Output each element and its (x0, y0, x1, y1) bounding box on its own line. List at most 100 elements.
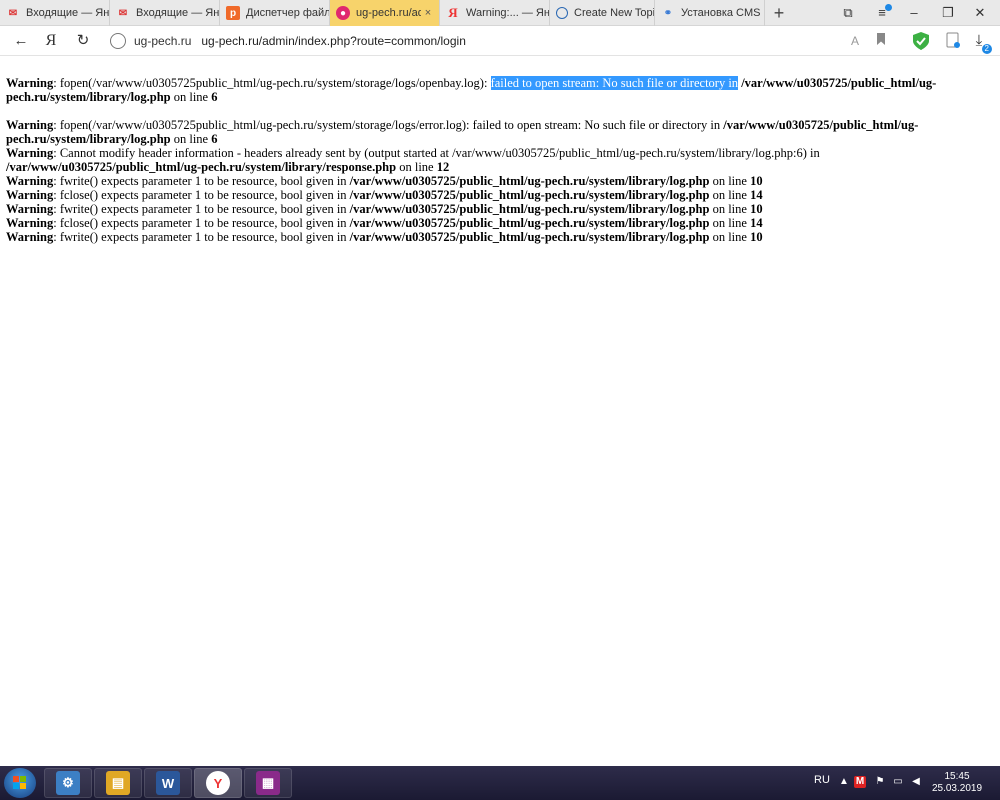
navigation-bar: ← Я ↻ ug-pech.ru ug-pech.ru/admin/index.… (0, 26, 1000, 56)
on-line-text: on line (709, 216, 751, 230)
warning-label: Warning (6, 202, 54, 216)
tab-strip: ✉ Входящие — Янд ✉ Входящие — Янд p Дисп… (0, 0, 1000, 26)
file-path: /var/www/u0305725/public_html/ug-pech.ru… (349, 202, 710, 216)
warning-line: Warning: Cannot modify header informatio… (6, 146, 996, 174)
bookmark-icon[interactable] (872, 32, 890, 50)
taskbar: ⚙ ▤ W Y ▦ RU ▲ M ⚑ ▭ ◀ 15:45 25.03.2019 (0, 766, 1000, 800)
warning-text: : fopen(/var/www/u0305725public_html/ug-… (53, 118, 724, 132)
volume-muted-icon[interactable]: ◀ (910, 776, 922, 788)
domain-label: ug-pech.ru (134, 34, 192, 48)
word-icon: W (156, 771, 180, 795)
protect-shield-icon[interactable] (912, 32, 930, 50)
filemanager-icon: p (226, 6, 240, 20)
tab-warning-search[interactable]: Я Warning:... — Янд (440, 0, 550, 26)
file-path: /var/www/u0305725/public_html/ug-pech.ru… (349, 216, 710, 230)
tab-ug-pech-admin[interactable]: ● ug-pech.ru/adi × (330, 0, 440, 26)
notification-dot-icon (885, 4, 892, 11)
restore-button[interactable]: ❐ (936, 2, 960, 24)
network-tray-icon[interactable]: ▭ (892, 776, 904, 788)
close-window-button[interactable]: ✕ (968, 2, 992, 24)
yandex-browser-icon: Y (206, 771, 230, 795)
taskbar-app-yandex-browser[interactable]: Y (194, 768, 242, 798)
on-line-text: on line (709, 230, 751, 244)
tab-file-manager[interactable]: p Диспетчер файл (220, 0, 330, 26)
close-icon[interactable]: × (421, 7, 435, 19)
file-path: /var/www/u0305725/public_html/ug-pech.ru… (349, 230, 710, 244)
warning-text: : fclose() expects parameter 1 to be res… (53, 188, 350, 202)
winrar-icon: ▦ (256, 771, 280, 795)
warning-text: : fwrite() expects parameter 1 to be res… (53, 174, 350, 188)
tab-label: Create New Topic (574, 7, 654, 19)
line-number: 6 (211, 132, 218, 146)
error-output: Warning: fopen(/var/www/u0305725public_h… (6, 76, 996, 244)
warning-text: : fwrite() expects parameter 1 to be res… (53, 202, 350, 216)
warning-label: Warning (6, 118, 54, 132)
taskbar-app-word[interactable]: W (144, 768, 192, 798)
address-bar[interactable]: ug-pech.ru ug-pech.ru/admin/index.php?ro… (104, 29, 900, 53)
on-line-text: on line (170, 132, 212, 146)
file-path: /var/www/u0305725/public_html/ug-pech.ru… (349, 188, 710, 202)
file-path: /var/www/u0305725/public_html/ug-pech.ru… (349, 174, 710, 188)
back-button[interactable]: ← (10, 30, 32, 52)
line-number: 14 (750, 188, 763, 202)
windows-start-button[interactable] (4, 768, 36, 798)
control-panel-icon: ⚙ (56, 771, 80, 795)
new-tab-button[interactable]: + (768, 2, 790, 24)
taskbar-app-explorer[interactable]: ▤ (94, 768, 142, 798)
on-line-text: on line (709, 174, 751, 188)
explorer-icon: ▤ (106, 771, 130, 795)
extension-icon[interactable] (944, 32, 962, 50)
network-icon: ⚭ (663, 7, 673, 19)
warning-line: Warning: fclose() expects parameter 1 to… (6, 216, 996, 230)
site-info-icon[interactable] (110, 33, 126, 49)
flag-tray-icon[interactable]: ⚑ (874, 776, 886, 788)
taskbar-app-winrar[interactable]: ▦ (244, 768, 292, 798)
warning-line: Warning: fwrite() expects parameter 1 to… (6, 202, 996, 216)
warning-label: Warning (6, 76, 54, 90)
downloads-icon[interactable]: ⤓ 2 (970, 32, 992, 54)
tab-label: Входящие — Янд (136, 7, 219, 19)
yandex-button[interactable]: Я (40, 30, 62, 52)
line-number: 6 (211, 90, 218, 104)
tab-inbox-2[interactable]: ✉ Входящие — Янд (110, 0, 220, 26)
clock-time: 15:45 (944, 771, 970, 782)
warning-label: Warning (6, 216, 54, 230)
antivirus-tray-icon[interactable]: M (854, 776, 866, 788)
selected-text: failed to open stream: No such file or d… (490, 76, 739, 90)
line-number: 14 (750, 216, 763, 230)
line-number: 12 (436, 160, 450, 174)
show-hidden-icons-icon[interactable]: ▲ (838, 776, 850, 788)
on-line-text: on line (709, 202, 751, 216)
tab-create-topic[interactable]: Create New Topic (550, 0, 655, 26)
on-line-text: on line (709, 188, 751, 202)
clock-date: 25.03.2019 (931, 783, 983, 794)
tab-label: Входящие — Янд (26, 7, 109, 19)
warning-text: : fopen(/var/www/u0305725public_html/ug-… (53, 76, 491, 90)
system-clock[interactable]: 15:45 25.03.2019 (930, 771, 984, 795)
menu-icon[interactable]: ≡ (870, 2, 894, 24)
warning-line: Warning: fopen(/var/www/u0305725public_h… (6, 118, 996, 146)
minimize-button[interactable]: – (902, 2, 926, 24)
globe-icon (556, 7, 568, 19)
download-count-badge: 2 (981, 44, 992, 54)
reload-button[interactable]: ↻ (72, 30, 94, 52)
warning-text: : Cannot modify header information - hea… (53, 146, 820, 160)
tab-inbox-1[interactable]: ✉ Входящие — Янд (0, 0, 110, 26)
yandex-icon: Я (448, 5, 458, 20)
tab-cms-install[interactable]: ⚭ Установка CMS (655, 0, 765, 26)
site-icon: ● (336, 6, 350, 20)
tab-label: Установка CMS (681, 7, 761, 19)
line-number: 10 (750, 202, 763, 216)
tab-label: ug-pech.ru/adi (356, 7, 421, 19)
tab-label: Диспетчер файл (246, 7, 329, 19)
line-number: 10 (750, 174, 763, 188)
tab-list-icon[interactable]: ⧉ (836, 2, 860, 24)
warning-line: Warning: fclose() expects parameter 1 to… (6, 188, 996, 202)
translate-icon[interactable]: A (846, 32, 864, 50)
warning-text: : fwrite() expects parameter 1 to be res… (53, 230, 350, 244)
taskbar-app-control-panel[interactable]: ⚙ (44, 768, 92, 798)
warning-label: Warning (6, 174, 54, 188)
gmail-icon: ✉ (8, 7, 18, 19)
language-indicator[interactable]: RU (814, 774, 830, 786)
url-text[interactable]: ug-pech.ru/admin/index.php?route=common/… (201, 34, 466, 48)
